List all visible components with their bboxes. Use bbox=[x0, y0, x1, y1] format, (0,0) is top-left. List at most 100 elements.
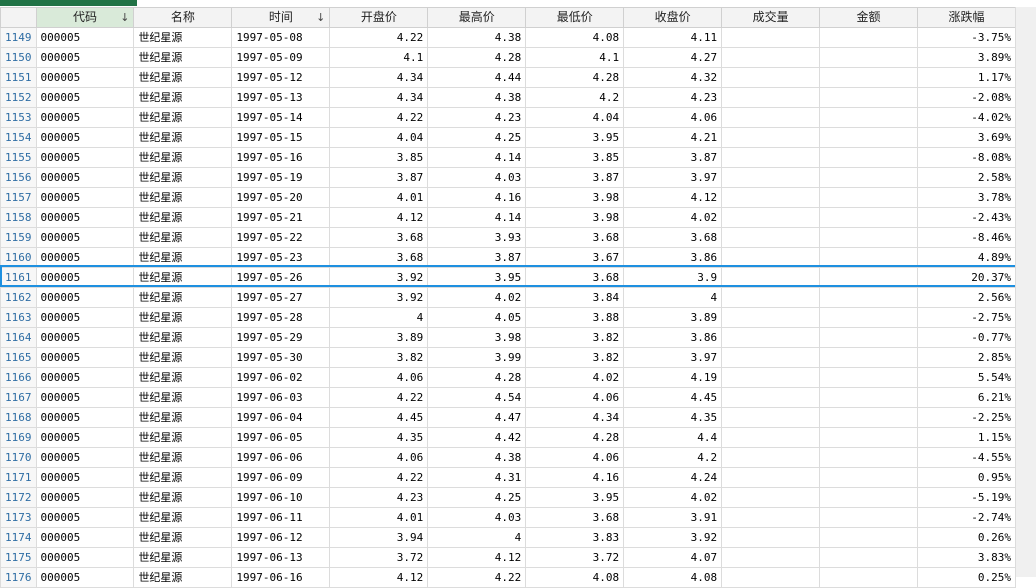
cell-low[interactable]: 4.04 bbox=[525, 107, 625, 128]
cell-high[interactable]: 4.38 bbox=[427, 27, 527, 48]
table-row[interactable]: 1152 000005 世纪星源 1997-05-13 4.34 4.38 4.2 4.23 -… bbox=[0, 87, 1017, 108]
cell-date[interactable]: 1997-05-21 bbox=[231, 207, 331, 228]
row-number[interactable]: 1152 bbox=[0, 87, 37, 108]
cell-amount[interactable] bbox=[819, 347, 918, 368]
cell-date[interactable]: 1997-05-22 bbox=[231, 227, 331, 248]
row-number[interactable]: 1153 bbox=[0, 107, 37, 128]
cell-close[interactable]: 3.91 bbox=[623, 507, 723, 528]
table-row[interactable]: 1154 000005 世纪星源 1997-05-15 4.04 4.25 3.95 4.21… bbox=[0, 127, 1017, 148]
cell-low[interactable]: 3.72 bbox=[525, 547, 625, 568]
cell-name[interactable]: 世纪星源 bbox=[133, 547, 233, 568]
cell-name[interactable]: 世纪星源 bbox=[133, 207, 233, 228]
cell-change[interactable]: 3.69% bbox=[916, 127, 1017, 148]
cell-code[interactable]: 000005 bbox=[35, 427, 135, 448]
cell-amount[interactable] bbox=[819, 547, 918, 568]
cell-code[interactable]: 000005 bbox=[35, 487, 135, 508]
cell-name[interactable]: 世纪星源 bbox=[133, 167, 233, 188]
cell-close[interactable]: 4.35 bbox=[623, 407, 723, 428]
cell-open[interactable]: 4.12 bbox=[329, 567, 429, 588]
cell-name[interactable]: 世纪星源 bbox=[133, 47, 233, 68]
column-header-name[interactable]: 名称 bbox=[133, 7, 233, 28]
cell-code[interactable]: 000005 bbox=[35, 147, 135, 168]
cell-code[interactable]: 000005 bbox=[35, 167, 135, 188]
row-number[interactable]: 1159 bbox=[0, 227, 37, 248]
cell-high[interactable]: 4.44 bbox=[427, 67, 527, 88]
cell-amount[interactable] bbox=[819, 447, 918, 468]
cell-low[interactable]: 3.95 bbox=[525, 487, 625, 508]
cell-change[interactable]: 0.26% bbox=[916, 527, 1017, 548]
cell-code[interactable]: 000005 bbox=[35, 507, 135, 528]
table-row[interactable]: 1171 000005 世纪星源 1997-06-09 4.22 4.31 4.16 4.24… bbox=[0, 467, 1017, 488]
cell-close[interactable]: 3.92 bbox=[623, 527, 723, 548]
cell-low[interactable]: 3.95 bbox=[525, 127, 625, 148]
row-number[interactable]: 1167 bbox=[0, 387, 37, 408]
cell-low[interactable]: 3.83 bbox=[525, 527, 625, 548]
cell-amount[interactable] bbox=[819, 467, 918, 488]
cell-close[interactable]: 4.02 bbox=[623, 207, 723, 228]
cell-name[interactable]: 世纪星源 bbox=[133, 287, 233, 308]
cell-amount[interactable] bbox=[819, 427, 918, 448]
cell-high[interactable]: 4.42 bbox=[427, 427, 527, 448]
cell-date[interactable]: 1997-05-15 bbox=[231, 127, 331, 148]
cell-volume[interactable] bbox=[721, 427, 821, 448]
cell-change[interactable]: -8.08% bbox=[916, 147, 1017, 168]
column-header-open[interactable]: 开盘价 bbox=[329, 7, 429, 28]
cell-volume[interactable] bbox=[721, 207, 821, 228]
cell-open[interactable]: 3.82 bbox=[329, 347, 429, 368]
cell-open[interactable]: 4.34 bbox=[329, 67, 429, 88]
cell-open[interactable]: 4.22 bbox=[329, 467, 429, 488]
cell-amount[interactable] bbox=[819, 147, 918, 168]
cell-close[interactable]: 3.89 bbox=[623, 307, 723, 328]
cell-volume[interactable] bbox=[721, 87, 821, 108]
cell-volume[interactable] bbox=[721, 247, 821, 268]
cell-high[interactable]: 4.38 bbox=[427, 87, 527, 108]
cell-amount[interactable] bbox=[819, 27, 918, 48]
cell-amount[interactable] bbox=[819, 247, 918, 268]
cell-amount[interactable] bbox=[819, 527, 918, 548]
cell-amount[interactable] bbox=[819, 267, 918, 288]
cell-date[interactable]: 1997-05-20 bbox=[231, 187, 331, 208]
cell-amount[interactable] bbox=[819, 367, 918, 388]
cell-change[interactable]: 0.95% bbox=[916, 467, 1017, 488]
cell-low[interactable]: 3.68 bbox=[525, 507, 625, 528]
cell-close[interactable]: 4.08 bbox=[623, 567, 723, 588]
cell-volume[interactable] bbox=[721, 107, 821, 128]
cell-low[interactable]: 4.02 bbox=[525, 367, 625, 388]
cell-low[interactable]: 3.85 bbox=[525, 147, 625, 168]
cell-name[interactable]: 世纪星源 bbox=[133, 267, 233, 288]
cell-name[interactable]: 世纪星源 bbox=[133, 367, 233, 388]
cell-low[interactable]: 3.82 bbox=[525, 327, 625, 348]
cell-name[interactable]: 世纪星源 bbox=[133, 347, 233, 368]
cell-open[interactable]: 4.22 bbox=[329, 387, 429, 408]
row-number[interactable]: 1149 bbox=[0, 27, 37, 48]
cell-change[interactable]: -4.55% bbox=[916, 447, 1017, 468]
cell-change[interactable]: 2.85% bbox=[916, 347, 1017, 368]
row-number[interactable]: 1151 bbox=[0, 67, 37, 88]
cell-volume[interactable] bbox=[721, 227, 821, 248]
cell-high[interactable]: 4.28 bbox=[427, 47, 527, 68]
cell-high[interactable]: 4.54 bbox=[427, 387, 527, 408]
cell-open[interactable]: 4.01 bbox=[329, 507, 429, 528]
cell-close[interactable]: 3.86 bbox=[623, 327, 723, 348]
column-header-close[interactable]: 收盘价 bbox=[623, 7, 723, 28]
cell-open[interactable]: 3.92 bbox=[329, 287, 429, 308]
cell-open[interactable]: 4 bbox=[329, 307, 429, 328]
cell-name[interactable]: 世纪星源 bbox=[133, 427, 233, 448]
cell-change[interactable]: -8.46% bbox=[916, 227, 1017, 248]
cell-code[interactable]: 000005 bbox=[35, 527, 135, 548]
cell-change[interactable]: 2.56% bbox=[916, 287, 1017, 308]
cell-amount[interactable] bbox=[819, 407, 918, 428]
cell-change[interactable]: -3.75% bbox=[916, 27, 1017, 48]
table-row[interactable]: 1153 000005 世纪星源 1997-05-14 4.22 4.23 4.04 4.06… bbox=[0, 107, 1017, 128]
cell-close[interactable]: 4.23 bbox=[623, 87, 723, 108]
row-number[interactable]: 1156 bbox=[0, 167, 37, 188]
row-number[interactable]: 1164 bbox=[0, 327, 37, 348]
cell-open[interactable]: 4.12 bbox=[329, 207, 429, 228]
cell-close[interactable]: 4.32 bbox=[623, 67, 723, 88]
cell-high[interactable]: 4.23 bbox=[427, 107, 527, 128]
table-row[interactable]: 1149 000005 世纪星源 1997-05-08 4.22 4.38 4.08 4.11… bbox=[0, 27, 1017, 48]
cell-volume[interactable] bbox=[721, 367, 821, 388]
cell-code[interactable]: 000005 bbox=[35, 287, 135, 308]
cell-low[interactable]: 3.98 bbox=[525, 187, 625, 208]
cell-high[interactable]: 4.25 bbox=[427, 127, 527, 148]
